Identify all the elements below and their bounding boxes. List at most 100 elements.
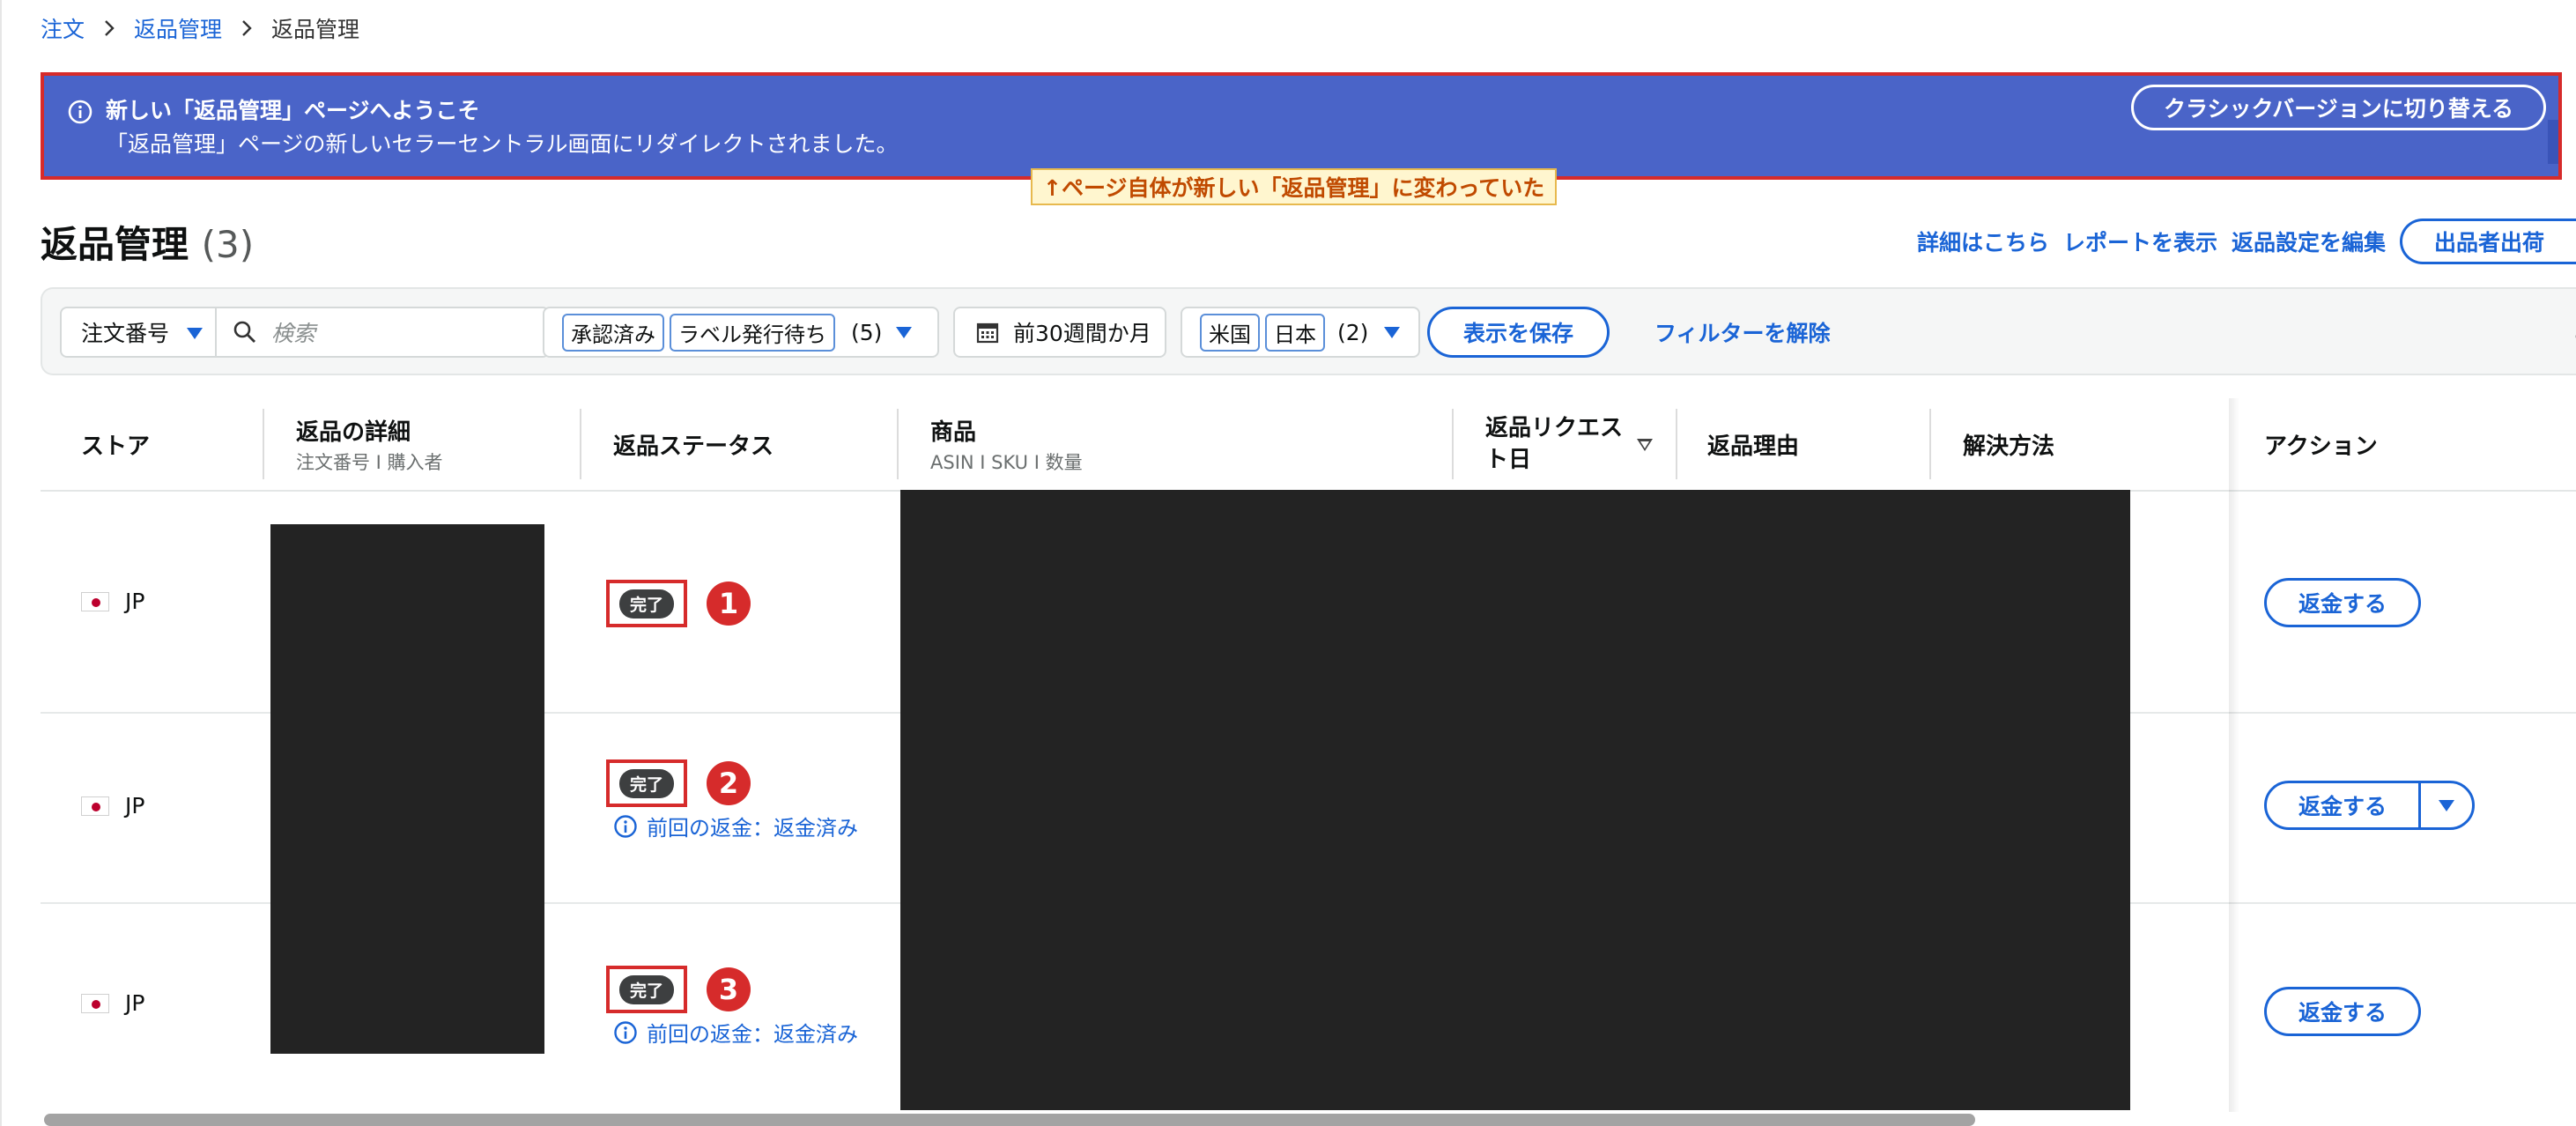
breadcrumb: 注文 返品管理 返品管理 <box>41 12 359 44</box>
breadcrumb-current: 返品管理 <box>271 17 360 42</box>
refund-button-label: 返金する <box>2298 1000 2387 1026</box>
edit-return-settings-link[interactable]: 返品設定を編集 <box>2232 226 2386 257</box>
clear-filters-link[interactable]: フィルターを解除 <box>1654 307 1831 358</box>
col-details: 返品の詳細 注文番号 I 購入者 <box>296 398 443 490</box>
previous-refund-link[interactable]: 前回の返金：返金済み <box>613 1017 858 1048</box>
market-filter-count: (2) <box>1337 319 1369 345</box>
header-links: 詳細はこちら レポートを表示 返品設定を編集 出品者出荷 <box>1917 219 2576 264</box>
refund-split-button[interactable]: 返金する <box>2264 781 2476 830</box>
calendar-icon <box>976 322 999 344</box>
number-marker: 1 <box>707 582 751 626</box>
refund-button[interactable]: 返金する <box>2264 578 2422 627</box>
page-title-text: 返品管理 <box>41 223 189 266</box>
caret-down-icon <box>187 328 203 339</box>
previous-refund-label: 前回の返金：返金済み <box>647 1022 858 1047</box>
col-product-sub: ASIN I SKU I 数量 <box>930 451 1083 473</box>
welcome-banner: 新しい「返品管理」ページへようこそ 「返品管理」ページの新しいセラーセントラル画… <box>41 72 2562 180</box>
refund-button[interactable]: 返金する <box>2264 987 2422 1036</box>
refund-button-label[interactable]: 返金する <box>2267 783 2422 827</box>
status-badge: 完了 <box>618 974 674 1004</box>
col-store: ストア <box>81 398 150 490</box>
search-placeholder: 検索 <box>271 321 316 346</box>
chevron-right-icon <box>105 20 115 36</box>
search-input[interactable]: 検索 <box>217 316 315 348</box>
col-request-date-label: 返品リクエスト日 <box>1485 415 1624 473</box>
col-store-label: ストア <box>81 433 151 460</box>
status-badge: 完了 <box>618 768 674 798</box>
date-range-filter[interactable]: 前30週間か月 <box>953 307 1166 358</box>
market-chip-us: 米国 <box>1200 313 1260 352</box>
status-chip-approved: 承認済み <box>562 313 664 352</box>
column-divider <box>580 409 581 479</box>
store-label: JP <box>125 990 145 1016</box>
caret-down-icon <box>896 326 913 338</box>
banner-title: 新しい「返品管理」ページへようこそ <box>106 98 480 123</box>
col-product-label: 商品 <box>930 419 977 446</box>
table-header: ストア 返品の詳細 注文番号 I 購入者 返品ステータス 商品 ASIN I S… <box>41 398 2576 492</box>
page-title-count: (3) <box>201 223 255 266</box>
horizontal-scrollbar[interactable] <box>41 1112 2576 1126</box>
seller-fulfilled-button[interactable]: 出品者出荷 <box>2399 219 2576 264</box>
marketplace-filter[interactable]: 米国 日本 (2) <box>1181 307 1420 358</box>
col-reason-label: 返品理由 <box>1707 433 1800 460</box>
search-type-select[interactable]: 注文番号 <box>62 308 217 356</box>
switch-classic-button[interactable]: クラシックバージョンに切り替える <box>2130 85 2546 130</box>
col-status: 返品ステータス <box>613 398 774 490</box>
status-highlight: 完了 <box>606 580 687 627</box>
col-status-label: 返品ステータス <box>613 433 774 460</box>
redacted-product-info <box>900 490 2130 1110</box>
refund-dropdown-toggle[interactable] <box>2421 799 2472 811</box>
col-action-label: アクション <box>2264 433 2378 460</box>
col-details-label: 返品の詳細 <box>296 419 411 446</box>
redacted-order-details <box>270 524 544 1054</box>
previous-refund-link[interactable]: 前回の返金：返金済み <box>613 811 858 841</box>
caret-down-icon <box>2439 799 2455 811</box>
status-chip-label-pending: ラベル発行待ち <box>670 313 835 352</box>
column-divider <box>1452 409 1454 479</box>
col-resolution-label: 解決方法 <box>1963 433 2055 460</box>
breadcrumb-returns[interactable]: 返品管理 <box>134 12 222 44</box>
status-highlight: 完了 <box>606 966 687 1013</box>
search-box: 注文番号 検索 <box>60 307 550 358</box>
store-label: JP <box>125 589 145 614</box>
col-action: アクション <box>2264 398 2378 490</box>
status-filter-count: (5) <box>851 319 883 345</box>
col-request-date[interactable]: 返品リクエスト日 <box>1485 398 1626 490</box>
sort-descending-icon[interactable] <box>1637 439 1653 451</box>
column-divider <box>897 409 899 479</box>
column-divider <box>1676 409 1677 479</box>
date-range-label: 前30週間か月 <box>1013 321 1151 346</box>
annotation-note: ↑ページ自体が新しい「返品管理」に変わっていた <box>1031 168 1558 205</box>
learn-more-link[interactable]: 詳細はこちら <box>1917 226 2049 257</box>
refund-button-label: 返金する <box>2298 591 2387 617</box>
column-divider <box>263 409 264 479</box>
store-cell: JP <box>81 589 144 614</box>
col-details-sub: 注文番号 I 購入者 <box>296 451 443 473</box>
number-marker: 3 <box>707 967 751 1011</box>
returns-page: 注文 返品管理 返品管理 新しい「返品管理」ページへようこそ 「返品管理」ページ… <box>0 0 2576 1126</box>
store-label: JP <box>125 793 145 819</box>
view-report-link[interactable]: レポートを表示 <box>2063 226 2217 257</box>
status-filter[interactable]: 承認済み ラベル発行待ち (5) <box>543 307 939 358</box>
number-marker: 2 <box>707 761 751 805</box>
search-icon <box>233 321 255 343</box>
status-highlight: 完了 <box>606 759 687 807</box>
save-view-button[interactable]: 表示を保存 <box>1427 307 1610 358</box>
col-product: 商品 ASIN I SKU I 数量 <box>930 398 1083 490</box>
sticky-column-shadow <box>2229 398 2239 1112</box>
col-reason: 返品理由 <box>1707 398 1799 490</box>
breadcrumb-orders[interactable]: 注文 <box>41 12 85 44</box>
info-icon <box>614 1020 637 1044</box>
store-cell: JP <box>81 793 144 819</box>
scrollbar-thumb[interactable] <box>44 1114 1975 1126</box>
japan-flag-icon <box>81 993 109 1013</box>
japan-flag-icon <box>81 591 109 611</box>
col-resolution: 解決方法 <box>1963 398 2054 490</box>
search-type-label: 注文番号 <box>81 321 170 346</box>
caret-down-icon <box>1384 326 1401 338</box>
page-title: 返品管理 (3) <box>41 215 254 269</box>
banner-text: 「返品管理」ページの新しいセラーセントラル画面にリダイレクトされました。 <box>106 131 899 157</box>
market-chip-jp: 日本 <box>1265 313 1325 352</box>
previous-refund-label: 前回の返金：返金済み <box>647 816 858 841</box>
store-cell: JP <box>81 990 144 1016</box>
